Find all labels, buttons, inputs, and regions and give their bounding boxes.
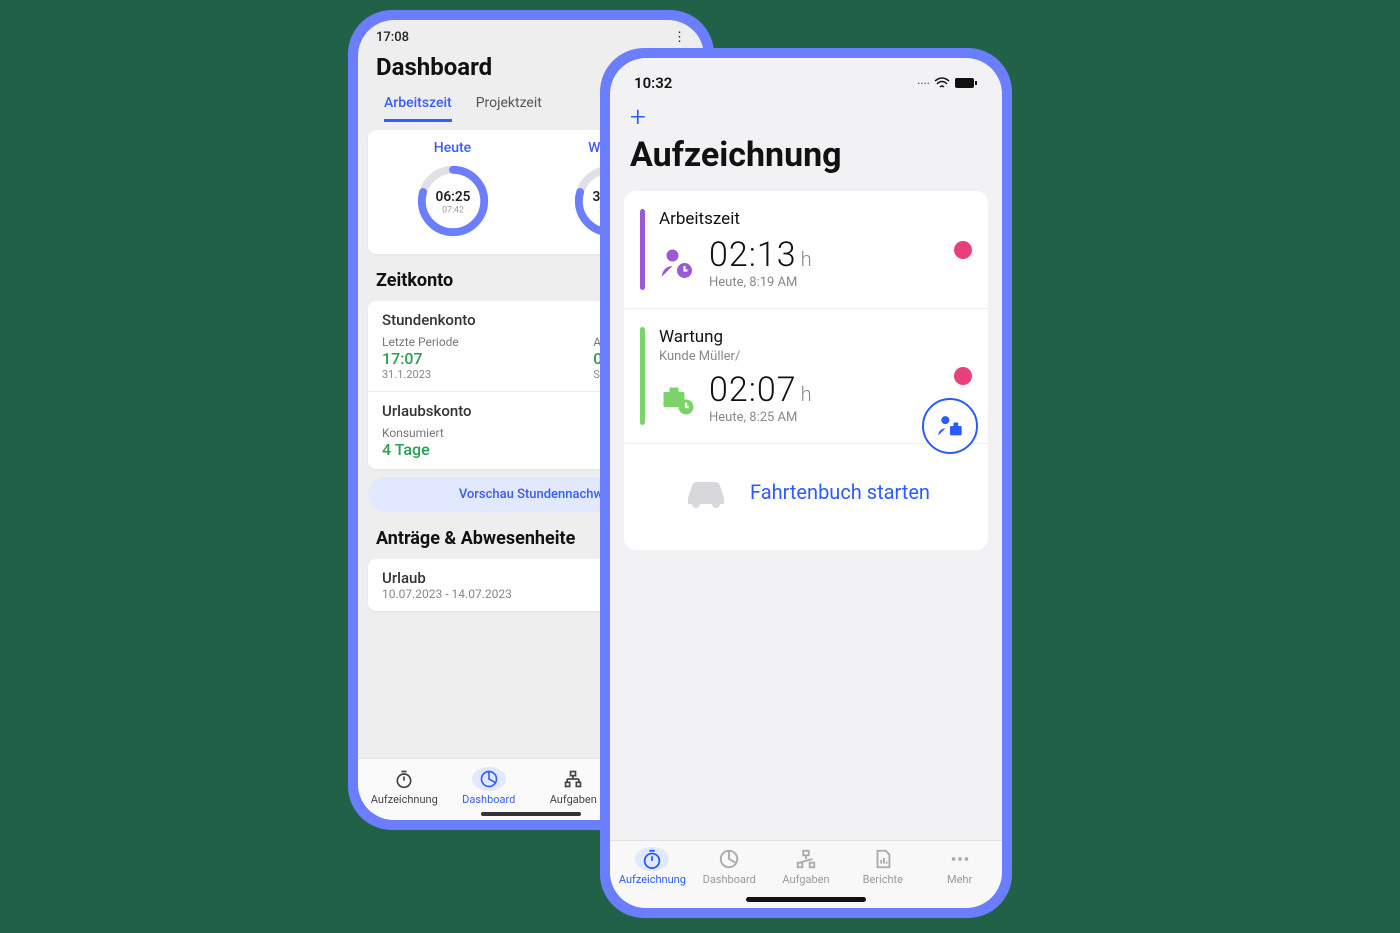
nav-mehr[interactable]: Mehr (921, 847, 998, 886)
gauge-ring-icon: 06:25 07:42 (414, 162, 492, 240)
phone-ios: 10:32 ···· + Aufzeichnung Arbeitszeit 02… (600, 48, 1012, 918)
entry-arbeitszeit[interactable]: Arbeitszeit 02:13h Heute, 8:19 AM (624, 191, 988, 309)
nav-aufgaben[interactable]: Aufgaben (768, 847, 845, 886)
stopwatch-icon (392, 767, 416, 791)
status-time: 17:08 (376, 30, 409, 45)
piechart-icon (717, 847, 741, 871)
piechart-icon (472, 767, 506, 791)
car-icon (682, 474, 730, 510)
nav-aufzeichnung[interactable]: Aufzeichnung (362, 767, 447, 806)
report-icon (871, 847, 895, 871)
page-title: Aufzeichnung (610, 135, 1002, 185)
letzte-periode: Letzte Periode 17:07 31.1.2023 (382, 335, 459, 381)
recordings-card: Arbeitszeit 02:13h Heute, 8:19 AM Wartun… (624, 191, 988, 550)
nav-dashboard[interactable]: Dashboard (447, 767, 532, 806)
more-icon (948, 847, 972, 871)
status-icons: ···· (917, 74, 978, 92)
fahrtenbuch-row[interactable]: Fahrtenbuch starten (624, 444, 988, 550)
stopwatch-icon (635, 847, 669, 871)
person-clock-icon (659, 245, 695, 281)
nav-berichte[interactable]: Berichte (844, 847, 921, 886)
switch-fab[interactable] (922, 398, 978, 454)
accent-bar (640, 209, 645, 290)
nav-aufzeichnung[interactable]: Aufzeichnung (614, 847, 691, 886)
nav-dashboard[interactable]: Dashboard (691, 847, 768, 886)
home-indicator (746, 897, 866, 902)
gauge-heute[interactable]: Heute 06:25 07:42 (414, 140, 492, 244)
add-button[interactable]: + (610, 98, 1002, 135)
screen: 10:32 ···· + Aufzeichnung Arbeitszeit 02… (610, 58, 1002, 908)
urlaubskonto-label: Urlaubskonto (382, 402, 472, 420)
svg-text:06:25: 06:25 (435, 189, 470, 205)
briefcase-clock-icon (659, 380, 695, 416)
status-bar: 10:32 ···· (610, 58, 1002, 98)
status-time: 10:32 (634, 74, 672, 92)
org-icon (561, 767, 585, 791)
person-briefcase-icon (936, 412, 964, 440)
svg-text:07:42: 07:42 (442, 206, 464, 216)
status-icons: ⋮ (673, 30, 686, 45)
wifi-icon (934, 77, 950, 89)
status-bar: 17:08 ⋮ (358, 20, 704, 49)
accent-bar (640, 327, 645, 425)
konsumiert: Konsumiert 4 Tage (382, 426, 444, 459)
org-icon (794, 847, 818, 871)
home-indicator (481, 812, 581, 816)
tab-arbeitszeit[interactable]: Arbeitszeit (384, 87, 452, 122)
tab-projektzeit[interactable]: Projektzeit (476, 87, 542, 122)
battery-icon (954, 77, 978, 89)
record-indicator-icon (954, 367, 972, 385)
record-indicator-icon (954, 241, 972, 259)
